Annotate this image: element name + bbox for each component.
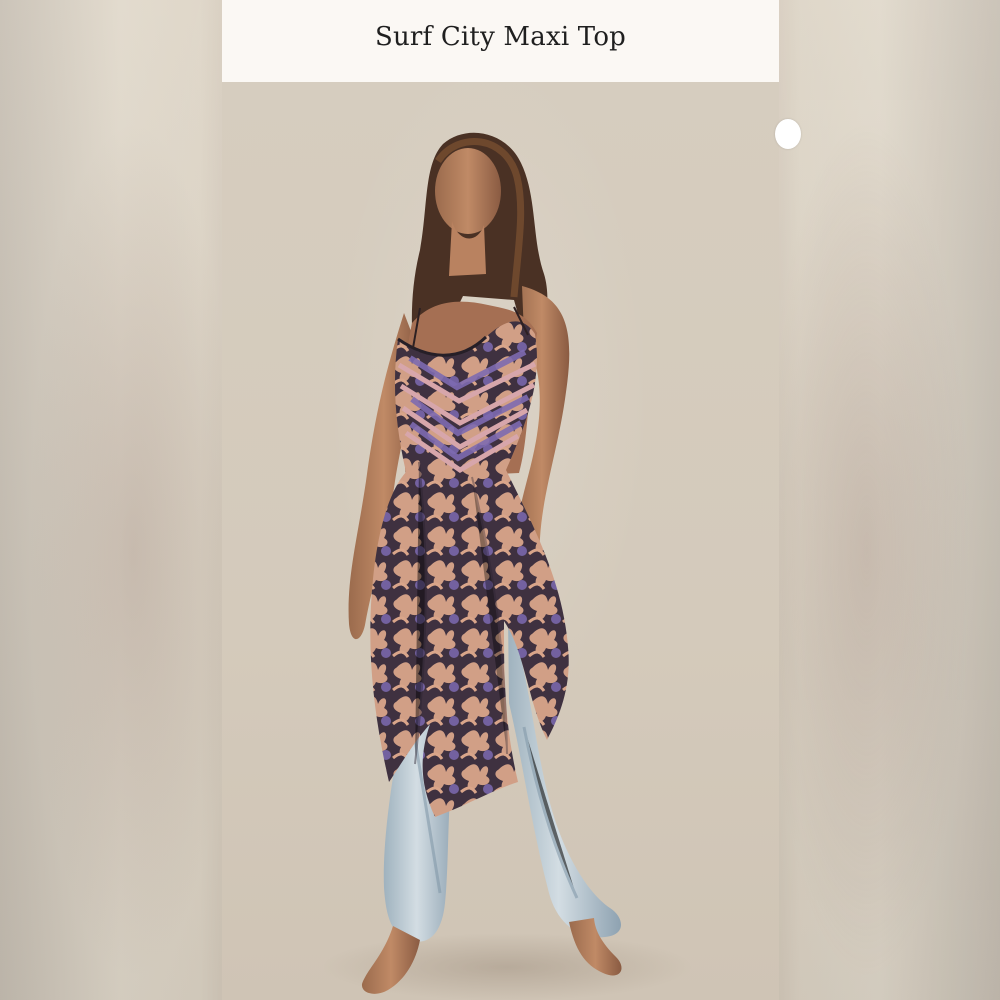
right-blurred-background xyxy=(778,0,1000,1000)
product-photo[interactable] xyxy=(222,82,779,1000)
left-blurred-background xyxy=(0,0,222,1000)
face xyxy=(435,148,501,234)
model-illustration xyxy=(322,132,692,1000)
product-header: Surf City Maxi Top xyxy=(222,0,779,82)
product-title: Surf City Maxi Top xyxy=(374,22,627,52)
product-image-card: Surf City Maxi Top xyxy=(222,0,779,1000)
product-screenshot: Surf City Maxi Top xyxy=(0,0,1000,1000)
chevron-right-icon[interactable] xyxy=(775,119,801,149)
